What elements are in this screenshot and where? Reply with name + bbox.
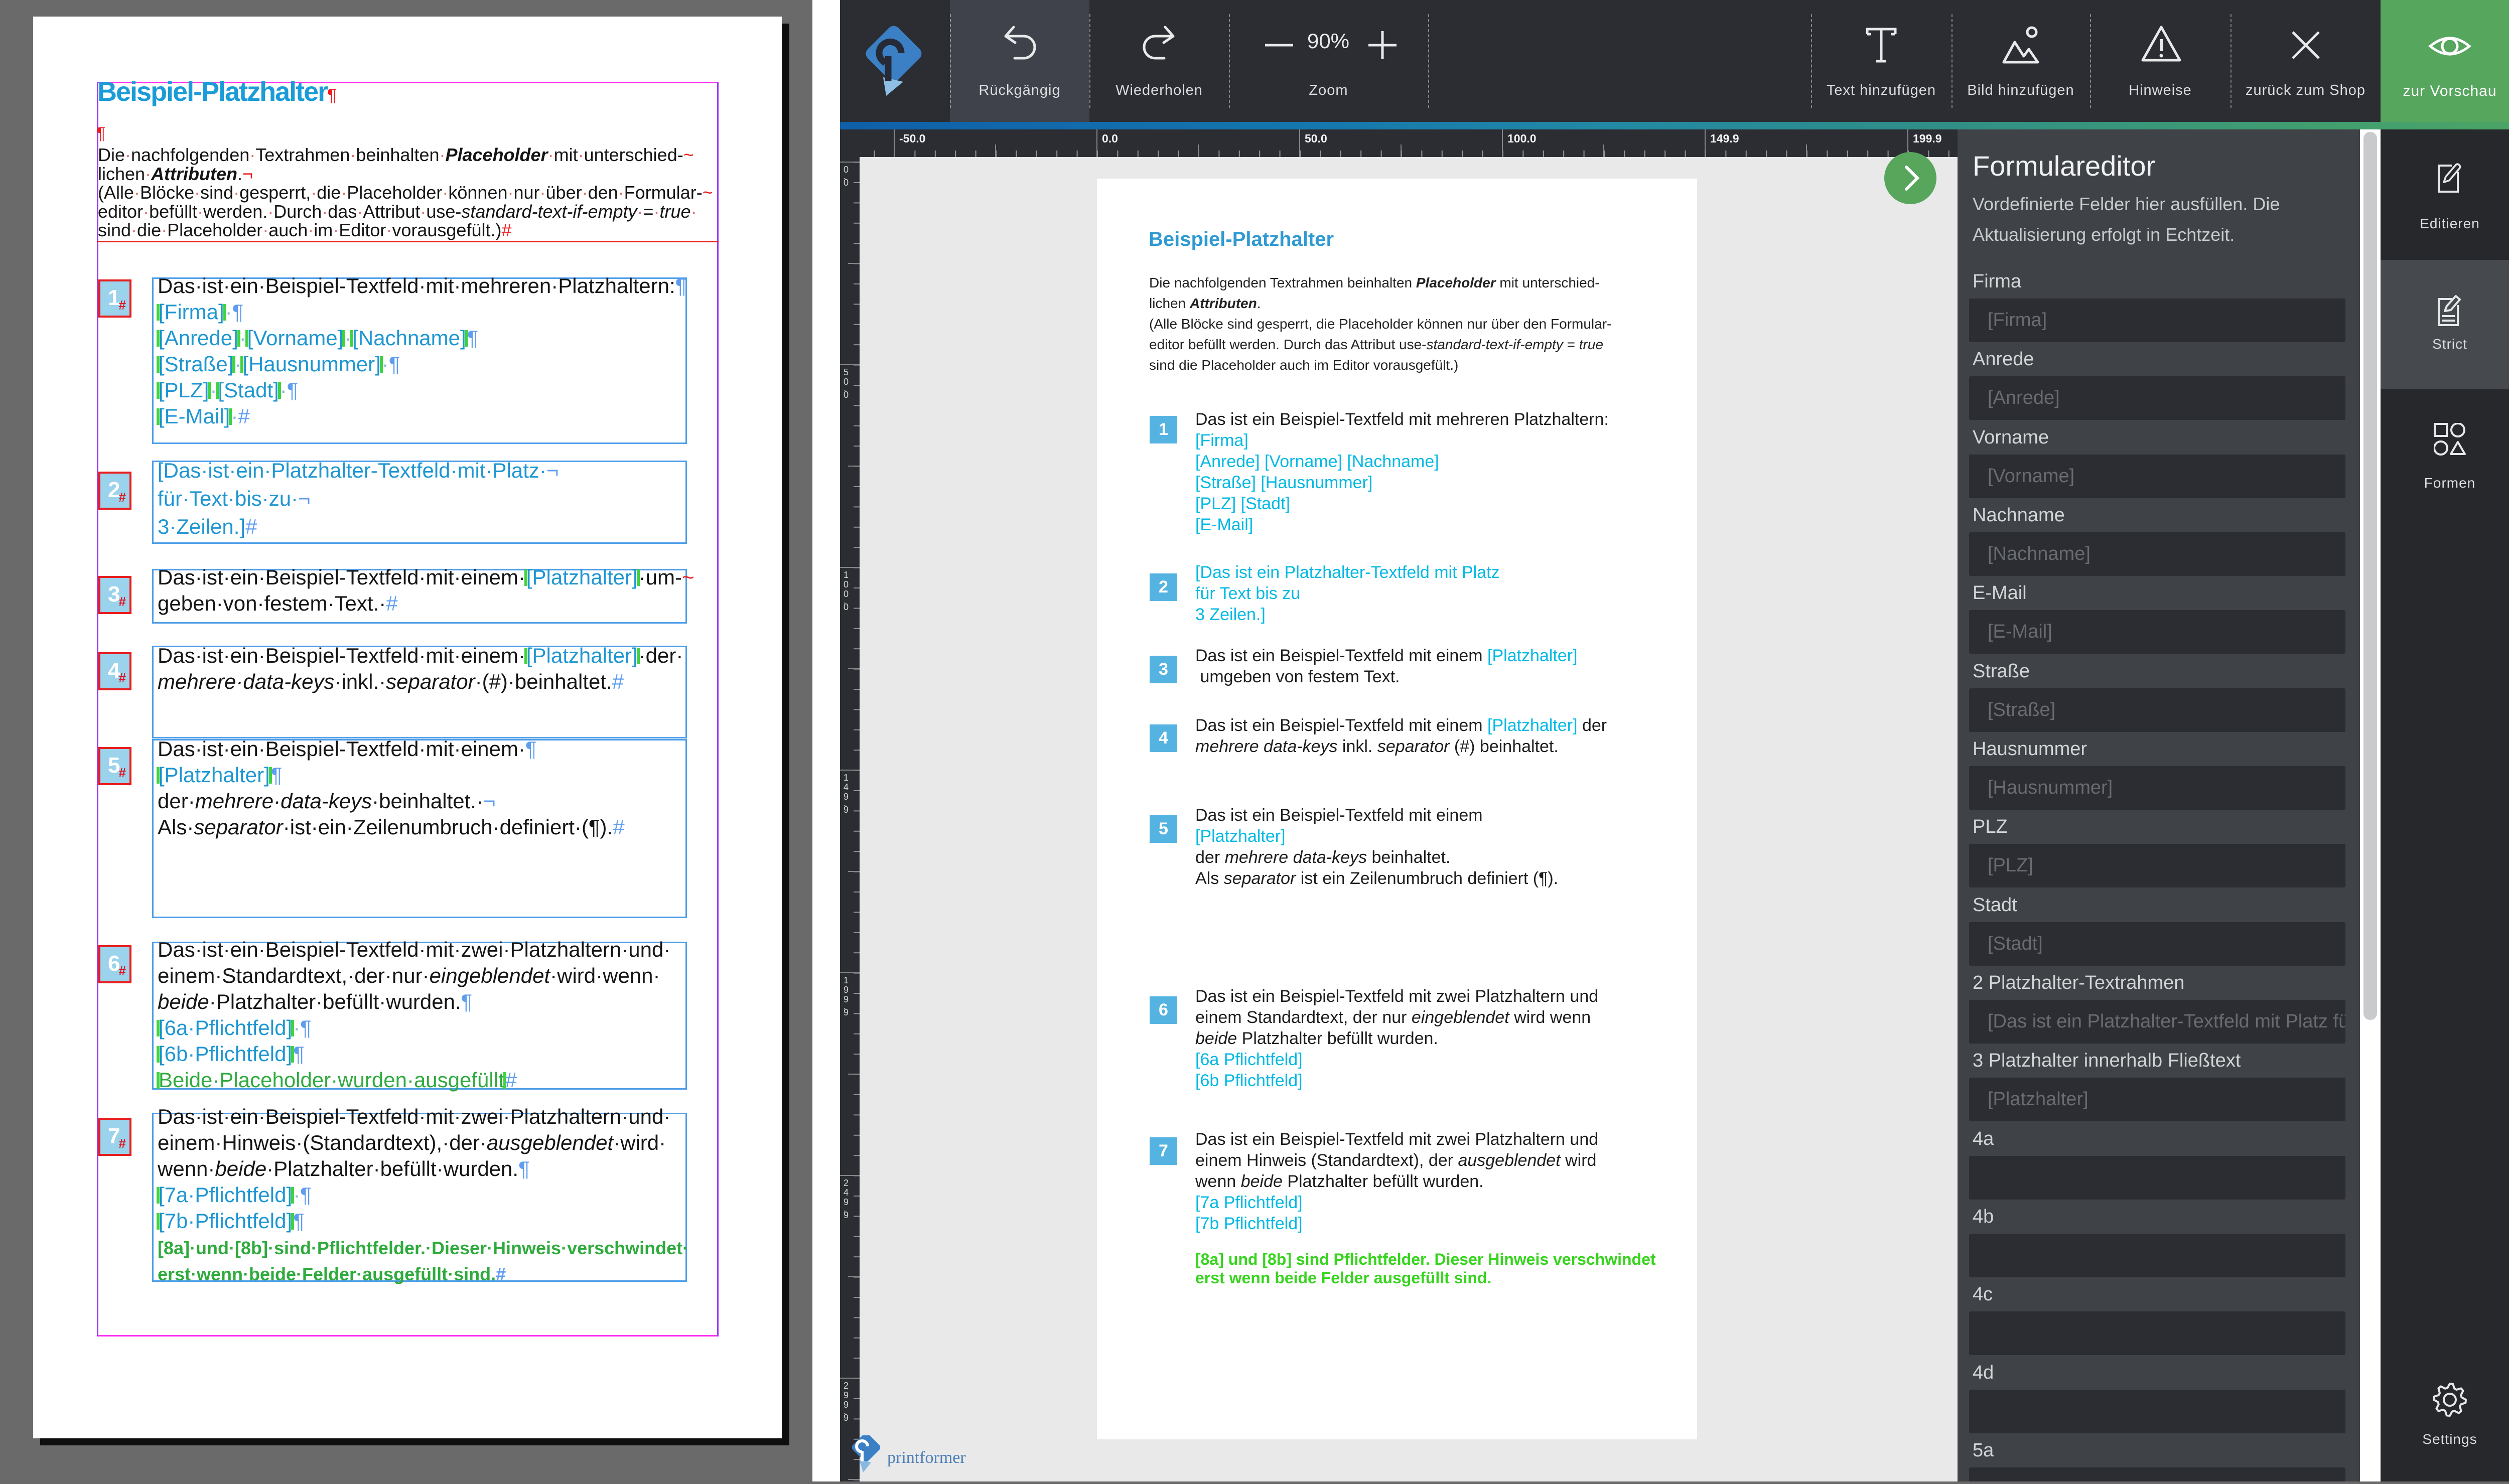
svg-text:100.0: 100.0 xyxy=(844,570,849,612)
svg-text:199.9: 199.9 xyxy=(1913,132,1942,145)
svg-text:100.0: 100.0 xyxy=(1507,132,1537,145)
svg-text:249.9: 249.9 xyxy=(844,1178,849,1220)
svg-text:50.0: 50.0 xyxy=(844,367,849,400)
svg-text:199.9: 199.9 xyxy=(844,975,849,1017)
svg-text:50.0: 50.0 xyxy=(1305,132,1327,145)
svg-text:0.0: 0.0 xyxy=(1102,132,1118,145)
svg-text:149.9: 149.9 xyxy=(844,773,849,815)
svg-text:-50.0: -50.0 xyxy=(899,132,925,145)
svg-text:149.9: 149.9 xyxy=(1710,132,1739,145)
svg-text:299.9: 299.9 xyxy=(844,1381,849,1423)
